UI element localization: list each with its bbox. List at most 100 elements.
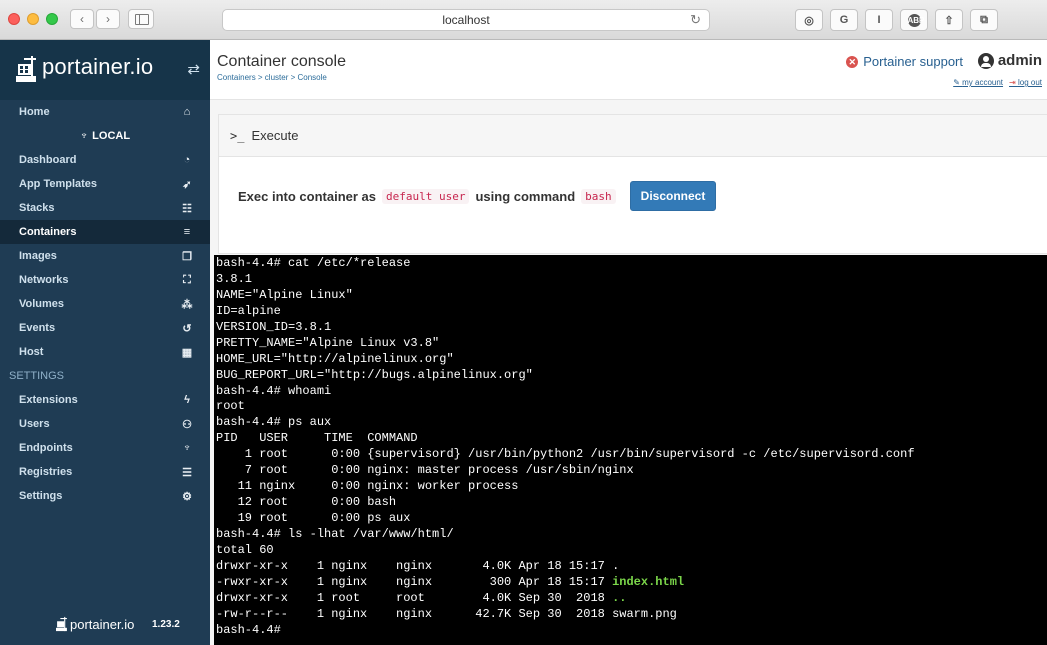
terminal-line: 1 root 0:00 {supervisord} /usr/bin/pytho… <box>216 447 915 462</box>
terminal-line: bash-4.4# whoami <box>216 383 332 398</box>
terminal-line: -rw-r--r-- 1 nginx nginx 42.7K Sep 30 20… <box>216 606 677 621</box>
version-label: 1.23.2 <box>152 619 180 630</box>
sidebar-item-dashboard[interactable]: Dashboard ◔ <box>0 148 210 172</box>
terminal-icon: >_ <box>230 128 245 143</box>
address-bar[interactable]: localhost ↻ <box>222 9 710 31</box>
sidebar-item-containers[interactable]: Containers ≡ <box>0 220 210 244</box>
support-label: Portainer support <box>863 54 963 69</box>
home-icon: ⌂ <box>183 106 191 118</box>
close-window-button[interactable] <box>8 13 20 25</box>
database-icon: ☰ <box>182 466 192 479</box>
chevron-right-icon: › <box>106 12 110 26</box>
share-button[interactable]: ⇧ <box>935 9 963 31</box>
extension-toolbar: ◎ G I ABP ⇧ ⧉ <box>795 9 998 31</box>
sidebar-item-label: Registries <box>19 466 73 478</box>
terminal-line: bash-4.4# ps aux <box>216 415 332 430</box>
footer-brand: portainer.io <box>70 617 135 632</box>
sidebar-item-stacks[interactable]: Stacks ☷ <box>0 196 210 220</box>
sidebar-item-label: Endpoints <box>19 442 73 454</box>
terminal-line: BUG_REPORT_URL="http://bugs.alpinelinux.… <box>216 367 533 382</box>
sidebar-item-registries[interactable]: Registries ☰ <box>0 460 210 484</box>
terminal-line: -rwxr-xr-x 1 nginx nginx 300 Apr 18 15:1… <box>216 574 685 589</box>
breadcrumb[interactable]: Containers > cluster > Console <box>217 73 327 82</box>
environment-label: ♆ LOCAL <box>0 124 210 148</box>
terminal-line: 7 root 0:00 nginx: master process /usr/s… <box>216 463 634 478</box>
terminal-line: PID USER TIME COMMAND <box>216 431 418 446</box>
execute-panel-header: >_ Execute <box>219 115 1047 157</box>
back-button[interactable]: ‹ <box>70 9 94 29</box>
sidebar-item-label: Containers <box>19 226 77 238</box>
terminal-line: 11 nginx 0:00 nginx: worker process <box>216 479 519 494</box>
highlighted-filename: .. <box>612 590 627 605</box>
sidebar-item-settings[interactable]: Settings ⚙ <box>0 484 210 508</box>
support-link[interactable]: ✕ Portainer support <box>846 54 963 69</box>
terminal-line: 12 root 0:00 bash <box>216 495 397 510</box>
forward-button[interactable]: › <box>96 9 120 29</box>
minimize-window-button[interactable] <box>27 13 39 25</box>
text-cursor-button[interactable]: I <box>865 9 893 31</box>
my-account-label: my account <box>962 78 1004 87</box>
terminal-line: 19 root 0:00 ps aux <box>216 511 411 525</box>
sidebar-item-extensions[interactable]: Extensions ϟ <box>0 388 210 412</box>
sidebar-item-app-templates[interactable]: App Templates ➶ <box>0 172 210 196</box>
grammarly-button[interactable]: G <box>830 9 858 31</box>
sidebar-item-label: Extensions <box>19 394 78 406</box>
url-text: localhost <box>442 13 490 27</box>
terminal-line: 3.8.1 <box>216 271 253 286</box>
adblock-button[interactable]: ABP <box>900 9 928 31</box>
maximize-window-button[interactable] <box>46 13 58 25</box>
page-header: Container console Containers > cluster >… <box>210 40 1047 100</box>
bolt-icon: ϟ <box>184 394 190 406</box>
reload-icon[interactable]: ↻ <box>690 10 701 30</box>
cubes-icon: ⁂ <box>181 298 193 311</box>
account-links: ✎ my account ⇥ log out <box>953 78 1042 87</box>
terminal-line: bash-4.4# ls -lhat /var/www/html/ <box>216 526 454 541</box>
user-circle-icon <box>977 52 994 69</box>
sidebar-item-label: Users <box>19 418 50 430</box>
sidebar-toggle-button[interactable] <box>128 9 154 29</box>
disconnect-button[interactable]: Disconnect <box>629 181 717 211</box>
sidebar-item-networks[interactable]: Networks ⛶ <box>0 268 210 292</box>
adblock-icon: ABP <box>907 13 925 27</box>
sidebar-item-volumes[interactable]: Volumes ⁂ <box>0 292 210 316</box>
sidebar-item-home[interactable]: Home ⌂ <box>0 100 210 124</box>
menu-toggle-icon[interactable]: ⇄ <box>187 60 200 78</box>
plug-icon: ♆ <box>182 442 192 454</box>
chevron-left-icon: ‹ <box>80 12 84 26</box>
sidebar: portainer.io ⇄ Home ⌂ ♆ LOCAL Dashboard ◔… <box>0 40 210 645</box>
cogs-icon: ⚙ <box>182 490 192 503</box>
terminal-line: VERSION_ID=3.8.1 <box>216 319 332 334</box>
sidebar-item-label: Networks <box>19 274 69 286</box>
brand-name[interactable]: portainer.io <box>42 54 153 80</box>
my-account-link[interactable]: ✎ my account <box>953 78 1003 87</box>
terminal-line: bash-4.4# cat /etc/*release <box>216 256 411 270</box>
execute-title: Execute <box>251 128 299 143</box>
rocket-icon: ➶ <box>182 178 192 191</box>
sidebar-item-events[interactable]: Events ↺ <box>0 316 210 340</box>
sidebar-item-host[interactable]: Host ▦ <box>0 340 210 364</box>
log-out-label: log out <box>1017 78 1042 87</box>
terminal-line: bash-4.4# <box>216 622 289 637</box>
share-icon: ⇧ <box>944 14 954 27</box>
terminal-line: total 60 <box>216 542 274 557</box>
exec-prefix: Exec into container as <box>238 188 376 204</box>
sidebar-item-endpoints[interactable]: Endpoints ♆ <box>0 436 210 460</box>
reader-button[interactable]: ◎ <box>795 9 823 31</box>
sidebar-item-label: Dashboard <box>19 154 77 166</box>
tabs-button[interactable]: ⧉ <box>970 9 998 31</box>
sidebar-item-users[interactable]: Users ⚇ <box>0 412 210 436</box>
terminal-line: root <box>216 399 245 414</box>
wrench-icon: ✎ <box>953 78 963 87</box>
terminal-line: NAME="Alpine Linux" <box>216 287 353 302</box>
sidebar-item-label: Settings <box>19 490 63 502</box>
th-list-icon: ☷ <box>182 202 192 215</box>
sidebar-item-images[interactable]: Images ❐ <box>0 244 210 268</box>
text-cursor-icon: I <box>877 14 881 26</box>
terminal-line: drwxr-xr-x 1 root root 4.0K Sep 30 2018 … <box>216 590 627 605</box>
log-out-link[interactable]: ⇥ log out <box>1009 78 1042 87</box>
username: admin <box>997 52 1042 69</box>
settings-section-label: SETTINGS <box>9 370 65 382</box>
portainer-logo-icon[interactable] <box>16 54 38 84</box>
terminal-console[interactable]: bash-4.4# cat /etc/*release 3.8.1 NAME="Al… <box>214 255 1047 645</box>
page-title: Container console <box>217 53 346 70</box>
